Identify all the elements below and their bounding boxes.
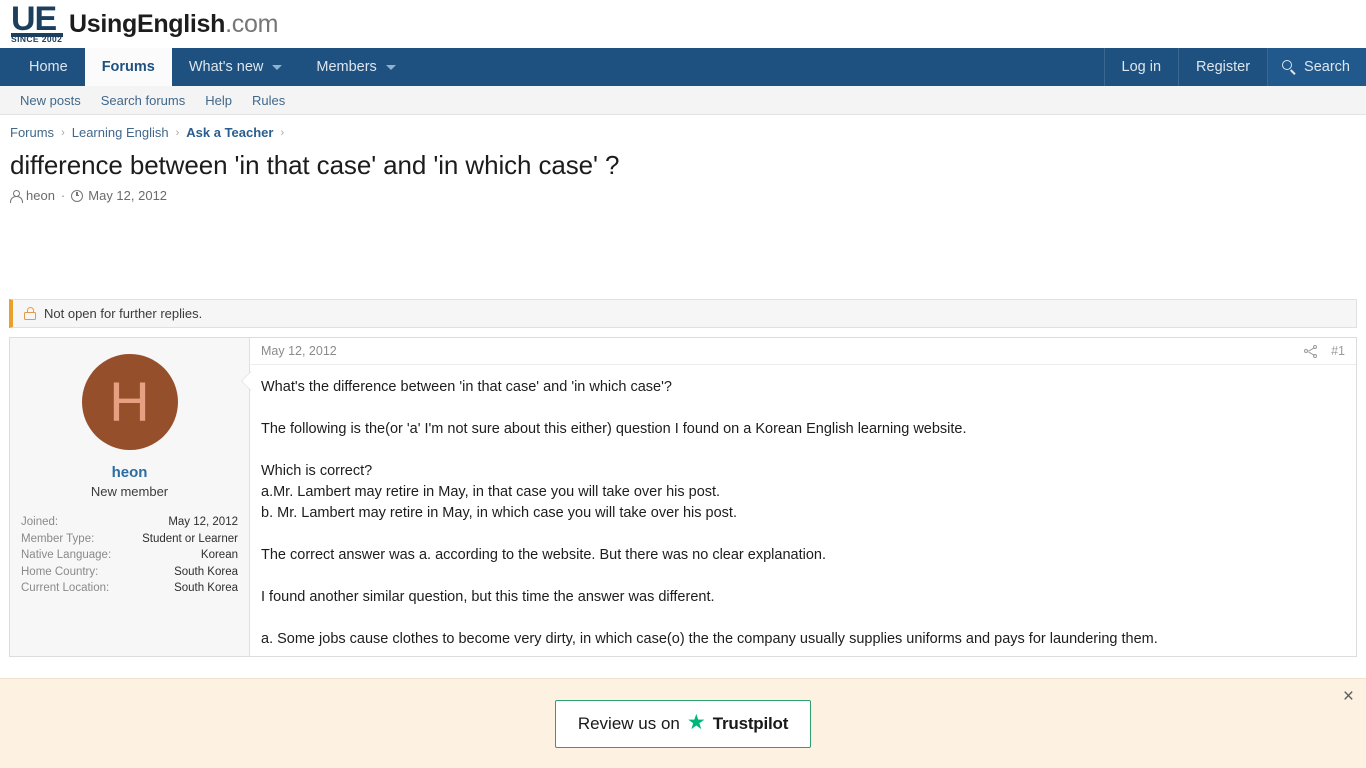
secondary-navigation: New posts Search forums Help Rules [0,86,1366,115]
trustpilot-brand-label: Trustpilot [712,713,789,733]
user-detail-label: Native Language: [21,549,112,561]
nav-item-label: Log in [1121,59,1162,75]
thread-author-name: heon [26,188,55,203]
share-icon[interactable] [1304,344,1318,358]
logo-since-text: SINCE 2002 [11,34,63,44]
subnav-item-search-forums[interactable]: Search forums [91,93,196,108]
advertisement-slot [0,203,1366,299]
breadcrumb-item-forums[interactable]: Forums [10,125,54,140]
thread-date[interactable]: May 12, 2012 [71,188,167,203]
post-paragraph: The following is the(or 'a' I'm not sure… [261,421,967,437]
user-detail-row: Home Country: South Korea [21,564,238,581]
logo-wordmark: UsingEnglish.com [69,3,278,45]
user-detail-value: South Korea [174,565,238,578]
logo-name: UsingEnglish [69,10,226,38]
lock-icon [24,307,36,320]
user-detail-label: Member Type: [21,532,95,545]
main-navigation: Home Forums What's new Members Log in Re… [0,48,1366,86]
user-detail-label: Joined: [21,516,59,528]
site-header: UE SINCE 2002 UsingEnglish.com [0,0,1366,48]
post-paragraph: The correct answer was a. according to t… [261,547,826,563]
subnav-item-rules[interactable]: Rules [242,93,295,108]
breadcrumb-item-ask-a-teacher[interactable]: Ask a Teacher [186,125,273,140]
nav-item-label: Members [316,59,377,75]
post-content-column: May 12, 2012 #1 What's the difference be… [240,338,1356,656]
avatar[interactable]: H [81,354,178,450]
post-header: May 12, 2012 #1 [250,338,1356,365]
clock-icon [71,189,84,202]
post-user-title: New member [90,484,169,499]
post-username[interactable]: heon [21,464,238,481]
user-detail-value: Korean [200,549,238,561]
breadcrumb-separator-icon: › [280,126,285,139]
subnav-item-help[interactable]: Help [195,93,242,108]
post-paragraph: a. Some jobs cause clothes to become ver… [261,631,1158,647]
thread-meta: heon · May 12, 2012 [10,188,1356,203]
logo-ue-text: UE [11,0,57,38]
logo-tld: .com [225,10,279,38]
nav-item-label: Forums [101,59,155,75]
subnav-item-new-posts[interactable]: New posts [10,93,91,108]
post-number[interactable]: #1 [1331,344,1345,358]
nav-item-search[interactable]: Search [1268,48,1366,86]
nav-item-label: Search [1304,59,1350,75]
post-user-details: Joined: May 12, 2012 Member Type: Studen… [21,514,238,597]
post-article: H heon New member Joined: May 12, 2012 M… [9,337,1357,657]
trustpilot-button-label: Review us on [577,713,680,733]
nav-item-label: Register [1196,59,1251,75]
post-pointer [242,372,251,390]
breadcrumb-separator-icon: › [175,126,180,139]
chevron-down-icon[interactable] [272,64,283,70]
trustpilot-review-button[interactable]: Review us on ★ Trustpilot [554,699,812,748]
nav-item-login[interactable]: Log in [1105,48,1179,86]
page-title: difference between 'in that case' and 'i… [10,150,620,180]
main-nav-left: Home Forums What's new Members [0,48,413,86]
meta-separator: · [60,188,66,203]
user-detail-row: Current Location: South Korea [21,580,238,597]
post-paragraph: Which is correct? a.Mr. Lambert may reti… [261,463,737,521]
thread-author[interactable]: heon [10,188,55,203]
logo-monogram: UE SINCE 2002 [9,0,67,45]
post-user-panel: H heon New member Joined: May 12, 2012 M… [10,338,250,656]
site-logo[interactable]: UE SINCE 2002 UsingEnglish.com [9,0,278,45]
post-paragraph: What's the difference between 'in that c… [261,379,672,395]
thread-locked-notice: Not open for further replies. [9,299,1357,328]
user-detail-value: South Korea [174,582,238,594]
main-nav-right: Log in Register Search [1103,48,1366,86]
notice-text: Not open for further replies. [44,306,203,321]
nav-item-whats-new[interactable]: What's new [172,48,300,86]
user-icon [10,189,23,203]
breadcrumb-item-learning-english[interactable]: Learning English [72,125,169,140]
post-header-actions: #1 [1304,344,1345,358]
user-detail-row: Joined: May 12, 2012 [21,514,238,531]
search-icon [1282,60,1296,74]
nav-item-forums[interactable]: Forums [84,48,172,86]
user-detail-value: May 12, 2012 [168,516,238,528]
user-detail-row: Member Type: Student or Learner [21,531,238,548]
user-detail-row: Native Language: Korean [21,547,238,564]
nav-item-register[interactable]: Register [1179,48,1267,86]
user-detail-label: Current Location: [21,582,110,594]
thread-title-block: difference between 'in that case' and 'i… [0,147,1366,203]
nav-item-home[interactable]: Home [12,48,85,86]
nav-item-members[interactable]: Members [299,48,412,86]
breadcrumb: Forums › Learning English › Ask a Teache… [0,118,1366,147]
chevron-down-icon[interactable] [385,64,396,70]
breadcrumb-separator-icon: › [61,126,65,139]
nav-item-label: What's new [188,59,264,75]
nav-item-label: Home [29,59,68,75]
user-detail-value: Student or Learner [142,532,238,545]
post-message-body: What's the difference between 'in that c… [250,365,1356,650]
promo-banner: Review us on ★ Trustpilot × [0,678,1366,768]
star-icon: ★ [686,711,706,734]
user-detail-label: Home Country: [21,565,99,578]
thread-date-text: May 12, 2012 [88,188,168,203]
post-date[interactable]: May 12, 2012 [261,344,337,358]
post-paragraph: I found another similar question, but th… [261,589,715,605]
close-icon[interactable]: × [1343,687,1354,706]
